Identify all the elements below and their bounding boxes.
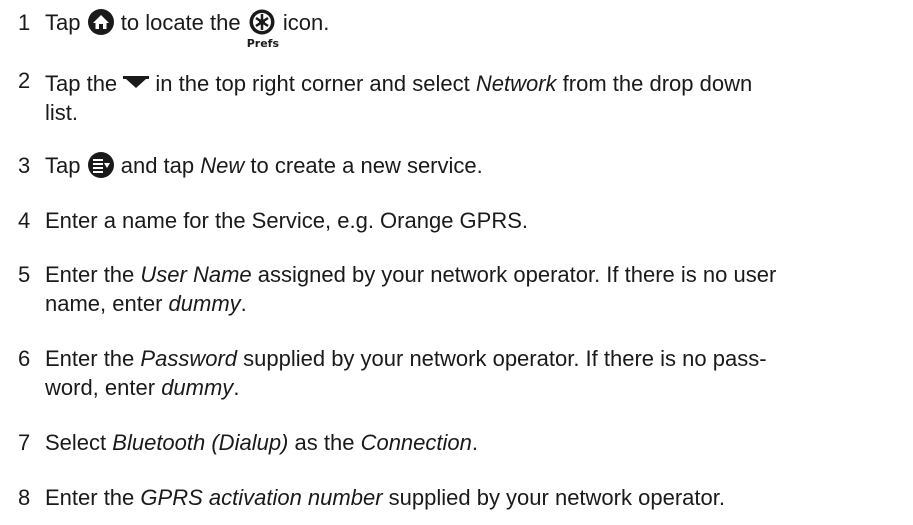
step-number: 2	[18, 68, 31, 93]
step-text-part: .	[471, 430, 479, 455]
step-text-emphasis: dummy	[161, 375, 234, 400]
step-number: 1	[18, 10, 31, 35]
home-icon	[87, 8, 115, 43]
step-number: 3	[18, 153, 31, 178]
instruction-step-6: 6 Enter the Password supplied by your ne…	[18, 344, 898, 402]
step-text-part: supplied by your network operator. If th…	[243, 346, 767, 371]
step-text: Select Bluetooth (Dialup) as the Connect…	[45, 428, 898, 457]
step-text-part: from the drop down	[562, 71, 753, 96]
step-number: 7	[18, 430, 31, 455]
prefs-app-icon: Prefs	[247, 8, 279, 50]
step-text-part: list.	[45, 100, 78, 125]
step-text-part: to create a new service.	[250, 153, 483, 178]
step-text-emphasis: Bluetooth (Dialup)	[112, 430, 289, 455]
step-number: 8	[18, 485, 31, 510]
menu-icon	[87, 151, 115, 186]
step-text-emphasis: User Name	[140, 262, 252, 287]
instruction-step-7: 7 Select Bluetooth (Dialup) as the Conne…	[18, 428, 898, 457]
instruction-step-8: 8 Enter the GPRS activation number suppl…	[18, 483, 898, 512]
step-text-part: assigned by your network operator. If th…	[257, 262, 777, 287]
step-text: Tap the in the top right corner and sele…	[45, 66, 898, 127]
step-text-part: Enter the	[45, 346, 135, 371]
step-text-part: in the top right corner and select	[155, 71, 470, 96]
step-number: 6	[18, 346, 31, 371]
step-text-emphasis: New	[200, 153, 245, 178]
step-number: 5	[18, 262, 31, 287]
step-text-part: Select	[45, 430, 107, 455]
step-text: Enter the User Name assigned by your net…	[45, 260, 898, 318]
instruction-step-4: 4 Enter a name for the Service, e.g. Ora…	[18, 206, 898, 235]
step-text-emphasis: dummy	[168, 291, 241, 316]
step-text: Tap to locate the Prefs icon.	[45, 8, 898, 50]
step-text-emphasis: GPRS activation number	[140, 485, 383, 510]
step-text-emphasis: Network	[475, 71, 557, 96]
step-number: 4	[18, 208, 31, 233]
step-text: Enter a name for the Service, e.g. Orang…	[45, 208, 529, 233]
step-text-part: .	[233, 375, 240, 400]
step-text-part: name, enter	[45, 291, 163, 316]
step-text-part: and tap	[120, 153, 195, 178]
step-text-part: .	[240, 291, 247, 316]
step-text: Tap and tap New to create a new service.	[45, 151, 898, 186]
step-text-part: to locate the	[120, 10, 241, 35]
step-text-emphasis: Password	[140, 346, 237, 371]
instruction-step-5: 5 Enter the User Name assigned by your n…	[18, 260, 898, 318]
step-text-part: word, enter	[45, 375, 156, 400]
instruction-step-2: 2 Tap the in the top right corner and se…	[18, 66, 898, 127]
step-text-part: Enter the	[45, 485, 135, 510]
step-text-part: as the	[294, 430, 355, 455]
prefs-label: Prefs	[246, 37, 280, 50]
step-text-emphasis: Connection	[360, 430, 472, 455]
step-text-part: Tap	[45, 10, 81, 35]
step-text-part: Enter the	[45, 262, 135, 287]
step-text-part: icon.	[282, 10, 330, 35]
instruction-step-1: 1 Tap to locate the Prefs icon.	[18, 8, 898, 50]
step-text-part: supplied by your network operator.	[388, 485, 725, 510]
dropdown-arrow-icon	[123, 66, 150, 95]
step-text-part: Tap	[45, 153, 81, 178]
step-text-part: Tap the	[45, 71, 118, 96]
step-text: Enter the GPRS activation number supplie…	[45, 483, 898, 512]
step-text: Enter the Password supplied by your netw…	[45, 344, 898, 402]
instruction-step-3: 3 Tap and tap New to create a new servic…	[18, 151, 898, 186]
